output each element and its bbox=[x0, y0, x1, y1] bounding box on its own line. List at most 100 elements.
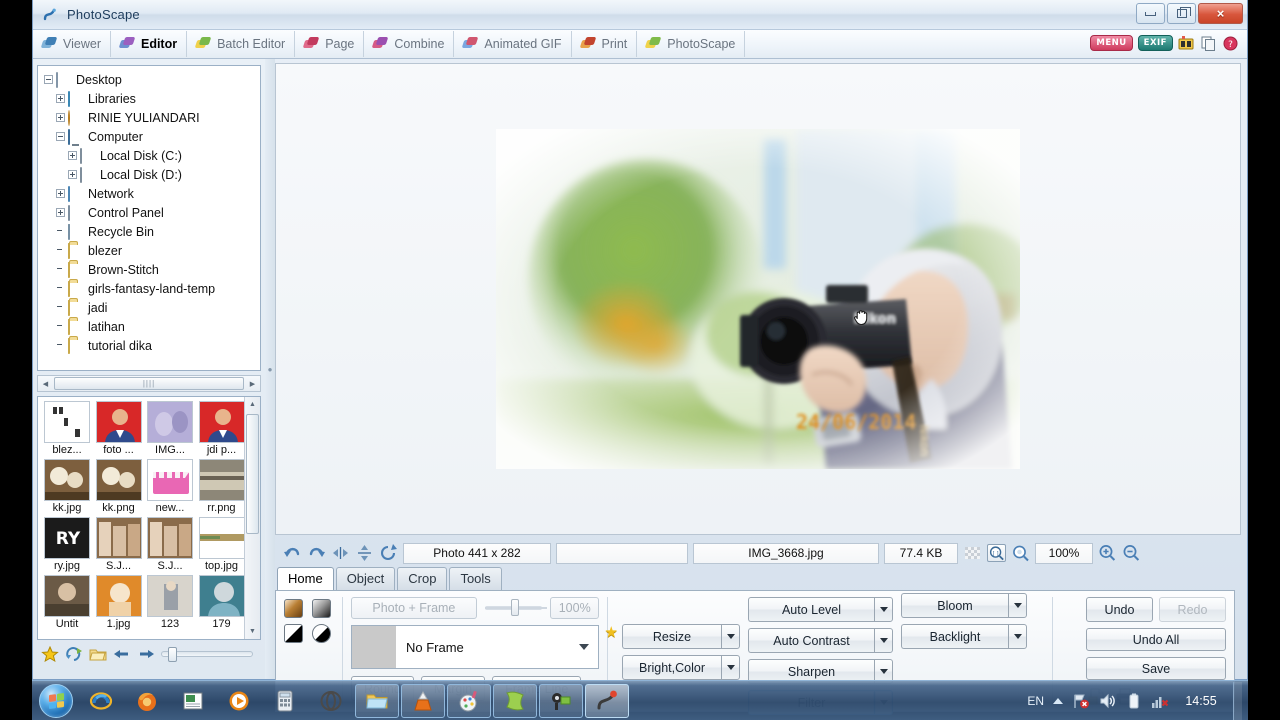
thumb-scroll-thumb[interactable] bbox=[246, 414, 259, 534]
thumbnail-item[interactable]: 179 bbox=[197, 575, 247, 630]
flip-vertical-icon[interactable] bbox=[355, 544, 374, 562]
tree-expander-plus-icon[interactable] bbox=[56, 113, 65, 122]
tray-expand-chevron-icon[interactable] bbox=[1053, 697, 1063, 704]
thumbnail-item[interactable]: kk.png bbox=[94, 459, 144, 514]
fit-screen-icon[interactable]: [ ] bbox=[987, 544, 1006, 562]
volume-icon[interactable] bbox=[1099, 692, 1117, 710]
tab-object[interactable]: Object bbox=[335, 567, 396, 590]
signal-error-icon[interactable] bbox=[1151, 692, 1169, 710]
swatch-split-circle[interactable] bbox=[312, 624, 331, 643]
tree-node-desktop[interactable]: Desktop bbox=[44, 70, 258, 89]
resize-button[interactable]: Resize bbox=[622, 624, 740, 649]
network-error-icon[interactable] bbox=[1072, 692, 1090, 710]
tree-expander-plus-icon[interactable] bbox=[68, 151, 77, 160]
taskbar-item-calculator[interactable] bbox=[263, 684, 307, 718]
mode-viewer[interactable]: Viewer bbox=[33, 31, 111, 57]
photo-image[interactable]: Nikon bbox=[496, 129, 1020, 469]
bloom-button[interactable]: Bloom bbox=[901, 593, 1027, 618]
taskbar-item-windows-explorer[interactable] bbox=[355, 683, 399, 718]
forward-arrow-icon[interactable] bbox=[137, 646, 155, 662]
thumbnail-item[interactable]: foto ... bbox=[94, 401, 144, 456]
auto-contrast-button[interactable]: Auto Contrast bbox=[748, 628, 893, 653]
tree-node-computer[interactable]: Computer bbox=[44, 127, 258, 146]
thumbnail-image[interactable] bbox=[95, 517, 142, 559]
start-button[interactable] bbox=[34, 683, 78, 719]
tree-expander-plus-icon[interactable] bbox=[56, 94, 65, 103]
taskbar-item-notepadpp[interactable] bbox=[493, 683, 537, 718]
tree-node-rinie-yuliandari[interactable]: RINIE YULIANDARI bbox=[44, 108, 258, 127]
rotate-icon[interactable] bbox=[65, 646, 83, 662]
thumbnail-image[interactable] bbox=[147, 401, 193, 443]
flip-horizontal-icon[interactable] bbox=[331, 544, 350, 562]
thumbnail-image[interactable] bbox=[198, 401, 245, 443]
thumbnail-image[interactable] bbox=[147, 575, 193, 617]
folder-open-icon[interactable] bbox=[89, 646, 107, 662]
tree-expander-plus-icon[interactable] bbox=[68, 170, 77, 179]
undo-icon[interactable] bbox=[283, 544, 302, 562]
thumbnail-item[interactable]: jdi p... bbox=[197, 401, 247, 456]
tree-node-brown-stitch[interactable]: Brown-Stitch bbox=[44, 260, 258, 279]
thumbnail-image[interactable] bbox=[95, 459, 142, 501]
zoom-in-icon[interactable] bbox=[1098, 544, 1117, 562]
tree-expander-minus-icon[interactable] bbox=[44, 75, 53, 84]
thumbnail-item[interactable]: kk.jpg bbox=[42, 459, 92, 514]
show-desktop-button[interactable] bbox=[1233, 681, 1242, 720]
tree-node-girls-fantasy-land-temp[interactable]: girls-fantasy-land-temp bbox=[44, 279, 258, 298]
thumbnail-item[interactable]: RY ry.jpg bbox=[42, 517, 92, 572]
frame-selector[interactable]: No Frame ★ bbox=[351, 624, 618, 669]
thumbnail-item[interactable]: top.jpg bbox=[197, 517, 247, 572]
transparency-icon[interactable] bbox=[963, 544, 982, 562]
tree-node-tutorial-dika[interactable]: tutorial dika bbox=[44, 336, 258, 355]
frame-opacity-slider-knob[interactable] bbox=[510, 599, 519, 616]
thumbnail-scrollbar[interactable]: ▲ ▼ bbox=[244, 397, 260, 639]
thumbnail-image[interactable]: RY bbox=[44, 517, 90, 559]
save-button[interactable]: Save bbox=[1086, 657, 1226, 680]
taskbar-item-paint[interactable] bbox=[447, 683, 491, 718]
tree-node-local-disk-c[interactable]: Local Disk (C:) bbox=[44, 146, 258, 165]
tree-expander-plus-icon[interactable] bbox=[56, 208, 65, 217]
swatch-split-square[interactable] bbox=[284, 624, 303, 643]
taskbar-item-notepad[interactable] bbox=[171, 684, 215, 718]
tree-node-latihan[interactable]: latihan bbox=[44, 317, 258, 336]
screen-capture-icon[interactable] bbox=[1178, 35, 1195, 51]
thumbnail-image[interactable] bbox=[95, 401, 142, 443]
taskbar-item-internet-explorer[interactable] bbox=[79, 684, 123, 718]
menu-badge[interactable]: MENU bbox=[1090, 35, 1133, 51]
backlight-button[interactable]: Backlight bbox=[901, 624, 1027, 649]
thumbnail-item[interactable]: new... bbox=[145, 459, 195, 514]
thumbnail-item[interactable]: IMG... bbox=[145, 401, 195, 456]
thumbnail-image[interactable] bbox=[198, 575, 245, 617]
thumbnail-image[interactable] bbox=[198, 459, 245, 501]
frame-opacity-slider[interactable] bbox=[484, 599, 547, 616]
panel-splitter[interactable]: ● bbox=[265, 59, 275, 679]
thumbnail-item[interactable]: S.J... bbox=[94, 517, 144, 572]
rotate-icon[interactable] bbox=[379, 544, 398, 562]
tree-node-recycle-bin[interactable]: Recycle Bin bbox=[44, 222, 258, 241]
favorites-star-icon[interactable] bbox=[41, 645, 59, 663]
taskbar-item-opera[interactable] bbox=[309, 684, 353, 718]
actual-size-icon[interactable] bbox=[1011, 544, 1030, 562]
redo-icon[interactable] bbox=[307, 544, 326, 562]
tree-node-blezer[interactable]: blezer bbox=[44, 241, 258, 260]
auto-level-dropdown-arrow[interactable] bbox=[874, 597, 893, 622]
bloom-dropdown-arrow[interactable] bbox=[1008, 593, 1027, 618]
zoom-level-field[interactable]: 100% bbox=[1035, 542, 1093, 564]
back-arrow-icon[interactable] bbox=[113, 646, 131, 662]
thumbnail-image[interactable] bbox=[147, 517, 193, 559]
thumbnail-item[interactable]: rr.png bbox=[197, 459, 247, 514]
taskbar-item-vlc[interactable] bbox=[401, 683, 445, 718]
tree-node-network[interactable]: Network bbox=[44, 184, 258, 203]
taskbar-item-photoscape[interactable] bbox=[585, 683, 629, 718]
tree-node-local-disk-d[interactable]: Local Disk (D:) bbox=[44, 165, 258, 184]
thumbnail-image[interactable] bbox=[44, 401, 90, 443]
scroll-right-button[interactable]: ▶ bbox=[245, 376, 260, 391]
taskbar-item-camtasia[interactable] bbox=[539, 683, 583, 718]
thumbnail-image[interactable] bbox=[44, 459, 90, 501]
taskbar-item-media-player[interactable] bbox=[217, 684, 261, 718]
tab-home[interactable]: Home bbox=[277, 567, 334, 591]
thumbnail-item[interactable]: 123 bbox=[145, 575, 195, 630]
redo-button[interactable]: Redo bbox=[1159, 597, 1226, 622]
mode-combine[interactable]: Combine bbox=[364, 31, 455, 57]
photo-canvas[interactable]: Nikon bbox=[275, 63, 1241, 535]
tray-clock[interactable]: 14:55 bbox=[1178, 694, 1224, 708]
